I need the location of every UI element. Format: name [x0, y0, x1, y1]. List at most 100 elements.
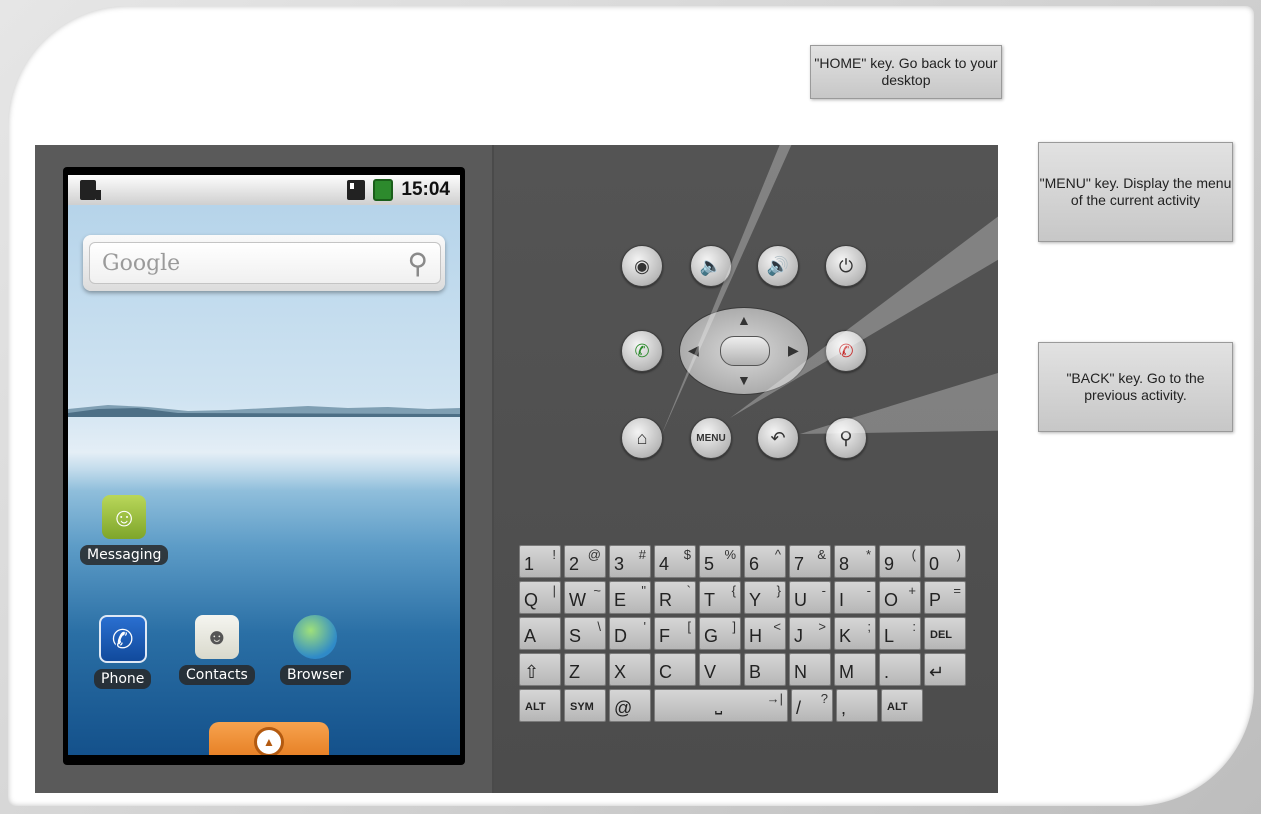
key-main-label: ,: [841, 698, 847, 718]
key-shift[interactable]: ⇧: [519, 653, 561, 686]
key-del[interactable]: DEL: [924, 617, 966, 650]
key-enter[interactable]: ↵: [924, 653, 966, 686]
key-d[interactable]: D ': [609, 617, 651, 650]
key-o[interactable]: O +: [879, 581, 921, 614]
key-1[interactable]: 1!: [519, 545, 561, 578]
key-y[interactable]: Y}: [744, 581, 786, 614]
key-z[interactable]: Z: [564, 653, 606, 686]
key-main-label: F: [659, 626, 670, 646]
search-input[interactable]: Google ⚲: [89, 242, 441, 284]
status-time: 15:04: [401, 179, 450, 200]
key-v[interactable]: V: [699, 653, 741, 686]
key-7[interactable]: 7 &: [789, 545, 831, 578]
back-key[interactable]: ↶: [757, 417, 799, 459]
key-main-label: O: [884, 590, 899, 610]
key-alt-label: ~: [593, 583, 601, 598]
key-main-label: @: [614, 698, 633, 718]
key-b[interactable]: B: [744, 653, 786, 686]
key-main-label: Q: [524, 590, 539, 610]
dpad-center-button[interactable]: [720, 336, 770, 366]
key-main-label: 6: [749, 554, 760, 574]
app-messaging[interactable]: ☺ Messaging: [80, 495, 169, 565]
key-main-label: ALT: [525, 701, 546, 713]
key-h[interactable]: H <: [744, 617, 786, 650]
key-l[interactable]: L:: [879, 617, 921, 650]
key-t[interactable]: T{: [699, 581, 741, 614]
key-sym[interactable]: SYM: [564, 689, 606, 722]
dpad[interactable]: ▲ ▼ ◀ ▶: [679, 307, 809, 395]
key-alt-label: }: [776, 583, 781, 598]
key-q[interactable]: Q |: [519, 581, 561, 614]
key-e[interactable]: E ": [609, 581, 651, 614]
key-alt-label: ]: [732, 619, 736, 634]
key-x[interactable]: X: [609, 653, 651, 686]
key-comma[interactable]: ,: [836, 689, 878, 722]
key-0[interactable]: 0): [924, 545, 966, 578]
key-p[interactable]: P =: [924, 581, 966, 614]
key-f[interactable]: F[: [654, 617, 696, 650]
key-w[interactable]: W ~: [564, 581, 606, 614]
key-at[interactable]: @: [609, 689, 651, 722]
key-main-label: /: [796, 698, 802, 718]
key-8[interactable]: 8 *: [834, 545, 876, 578]
volume-up-key[interactable]: 🔊: [757, 245, 799, 287]
key-n[interactable]: N: [789, 653, 831, 686]
key-main-label: E: [614, 590, 627, 610]
key-k[interactable]: K;: [834, 617, 876, 650]
power-key[interactable]: ⏻: [825, 245, 867, 287]
key-m[interactable]: M: [834, 653, 876, 686]
key-2[interactable]: 2 @: [564, 545, 606, 578]
key-a[interactable]: A: [519, 617, 561, 650]
key-alt-label: #: [638, 547, 646, 562]
call-key[interactable]: ✆: [621, 330, 663, 372]
key-main-label: X: [614, 662, 627, 682]
app-browser[interactable]: Browser: [280, 615, 351, 685]
key-alt-label: &: [817, 547, 826, 562]
key-main-label: N: [794, 662, 807, 682]
key-main-label: H: [749, 626, 762, 646]
google-search-widget[interactable]: Google ⚲: [83, 235, 445, 291]
key-3[interactable]: 3 #: [609, 545, 651, 578]
key-j[interactable]: J >: [789, 617, 831, 650]
key-s[interactable]: S \: [564, 617, 606, 650]
key-i[interactable]: I-: [834, 581, 876, 614]
menu-key[interactable]: MENU: [690, 417, 732, 459]
search-icon[interactable]: ⚲: [407, 247, 428, 280]
end-call-key[interactable]: ✆: [825, 330, 867, 372]
key-main-label: S: [569, 626, 582, 646]
key-alt-left[interactable]: ALT: [519, 689, 561, 722]
key-alt-label: `: [686, 583, 691, 598]
key-main-label: A: [524, 626, 537, 646]
camera-key[interactable]: ◉: [621, 245, 663, 287]
key-r[interactable]: R `: [654, 581, 696, 614]
key-.[interactable]: .: [879, 653, 921, 686]
key-g[interactable]: G]: [699, 617, 741, 650]
key-6[interactable]: 6 ^: [744, 545, 786, 578]
search-key[interactable]: ⚲: [825, 417, 867, 459]
key-alt-label: |: [552, 583, 556, 598]
key-slash[interactable]: /?: [791, 689, 833, 722]
app-contacts[interactable]: ☻ Contacts: [179, 615, 255, 685]
key-9[interactable]: 9(: [879, 545, 921, 578]
key-main-label: C: [659, 662, 672, 682]
key-4[interactable]: 4 $: [654, 545, 696, 578]
key-main-label: V: [704, 662, 717, 682]
key-main-label: DEL: [930, 629, 952, 641]
key-main-label: SYM: [570, 701, 594, 713]
signal-icon: [347, 180, 366, 200]
volume-down-key[interactable]: 🔈: [690, 245, 732, 287]
back-key-callout: "BACK" key. Go to the previous activity.: [1038, 342, 1233, 432]
app-phone[interactable]: ✆ Phone: [94, 615, 152, 689]
app-label-phone: Phone: [94, 669, 152, 689]
key-5[interactable]: 5%: [699, 545, 741, 578]
volume-up-icon: 🔊: [766, 255, 790, 276]
key-alt-label: =: [953, 583, 961, 598]
home-key[interactable]: ⌂: [621, 417, 663, 459]
key-space[interactable]: ⎵ →|: [654, 689, 788, 722]
app-drawer-tab[interactable]: ▲: [209, 722, 329, 755]
app-label-contacts: Contacts: [179, 665, 255, 685]
key-c[interactable]: C: [654, 653, 696, 686]
power-icon: ⏻: [838, 255, 854, 276]
key-alt-right[interactable]: ALT: [881, 689, 923, 722]
key-u[interactable]: U-: [789, 581, 831, 614]
